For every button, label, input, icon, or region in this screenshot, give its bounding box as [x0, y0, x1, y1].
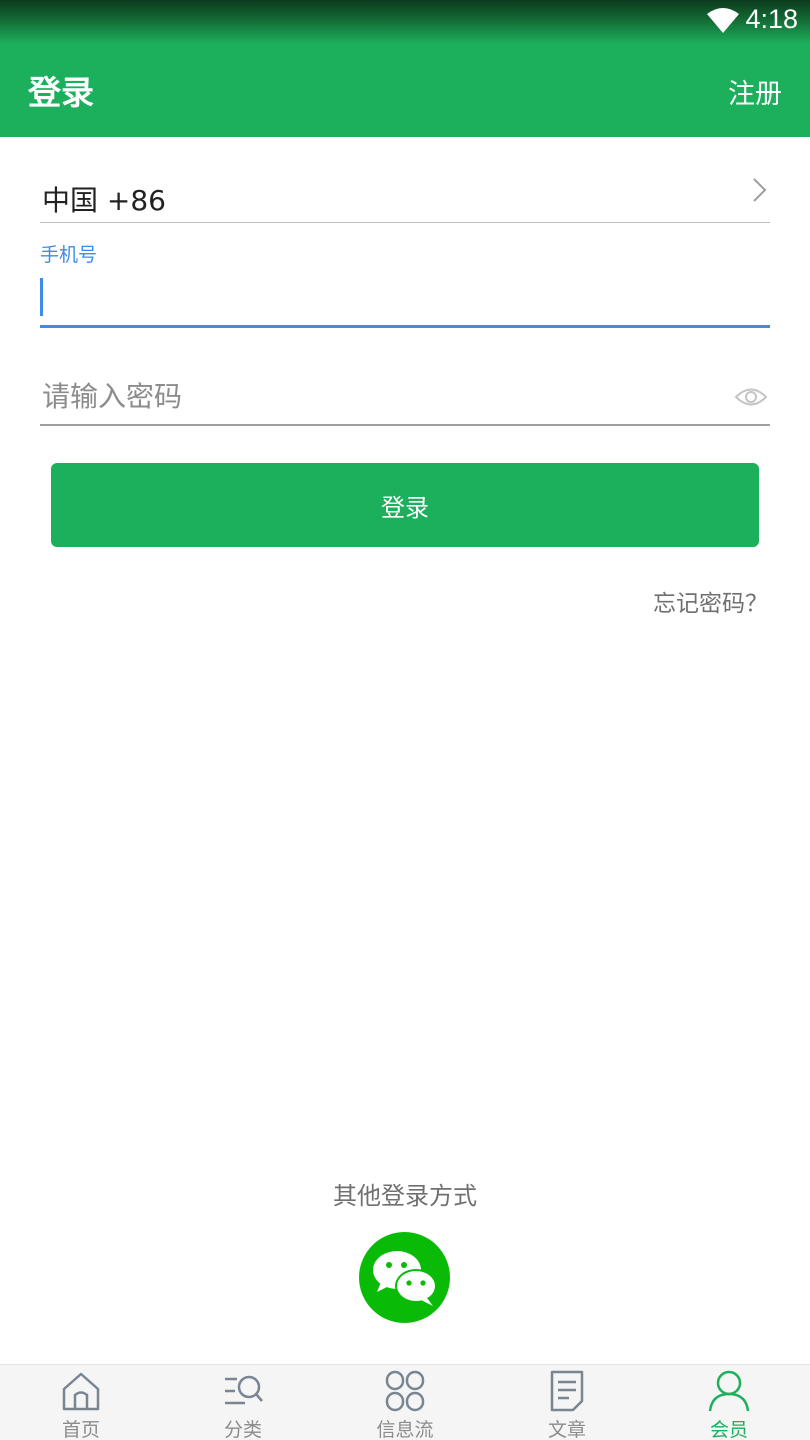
status-time: 4:18 — [745, 4, 798, 34]
password-input[interactable] — [40, 368, 730, 424]
eye-icon[interactable] — [734, 384, 768, 410]
wifi-icon — [707, 8, 739, 33]
member-icon — [708, 1370, 750, 1412]
app-bar: 登录 注册 — [0, 44, 810, 137]
chevron-right-icon — [753, 178, 767, 202]
country-code-label: 中国 +86 — [42, 184, 166, 217]
tab-category[interactable]: 分类 — [162, 1365, 324, 1440]
tab-label: 分类 — [223, 1419, 262, 1440]
text-caret — [40, 278, 43, 316]
tab-label: 文章 — [547, 1419, 586, 1440]
article-icon — [550, 1370, 584, 1412]
phone-field-label: 手机号 — [40, 244, 98, 266]
grid-icon — [385, 1370, 425, 1412]
category-search-icon — [225, 1375, 263, 1405]
country-selector[interactable]: 中国 +86 — [40, 165, 770, 223]
tab-label: 首页 — [61, 1419, 100, 1440]
tab-label: 会员 — [709, 1419, 748, 1440]
phone-input[interactable] — [40, 270, 770, 325]
forgot-password-link[interactable]: 忘记密码？ — [653, 584, 768, 618]
tab-member[interactable]: 会员 — [648, 1365, 810, 1440]
register-button[interactable]: 注册 — [728, 72, 782, 111]
tab-home[interactable]: 首页 — [0, 1365, 162, 1440]
tab-label: 信息流 — [376, 1419, 434, 1440]
login-button[interactable]: 登录 — [51, 463, 759, 547]
tab-article[interactable]: 文章 — [486, 1365, 648, 1440]
bottom-tab-bar: 首页 分类 信息流 文章 会员 — [0, 1364, 810, 1440]
password-field-wrapper — [40, 368, 770, 426]
page-title: 登录 — [28, 73, 94, 112]
tab-feed[interactable]: 信息流 — [324, 1365, 486, 1440]
phone-field-wrapper — [40, 270, 770, 328]
other-login-label: 其他登录方式 — [333, 1182, 477, 1210]
wechat-icon — [373, 1251, 437, 1306]
home-icon — [62, 1372, 100, 1411]
wechat-login-button[interactable] — [359, 1232, 450, 1323]
status-bar: 4:18 — [0, 0, 810, 44]
